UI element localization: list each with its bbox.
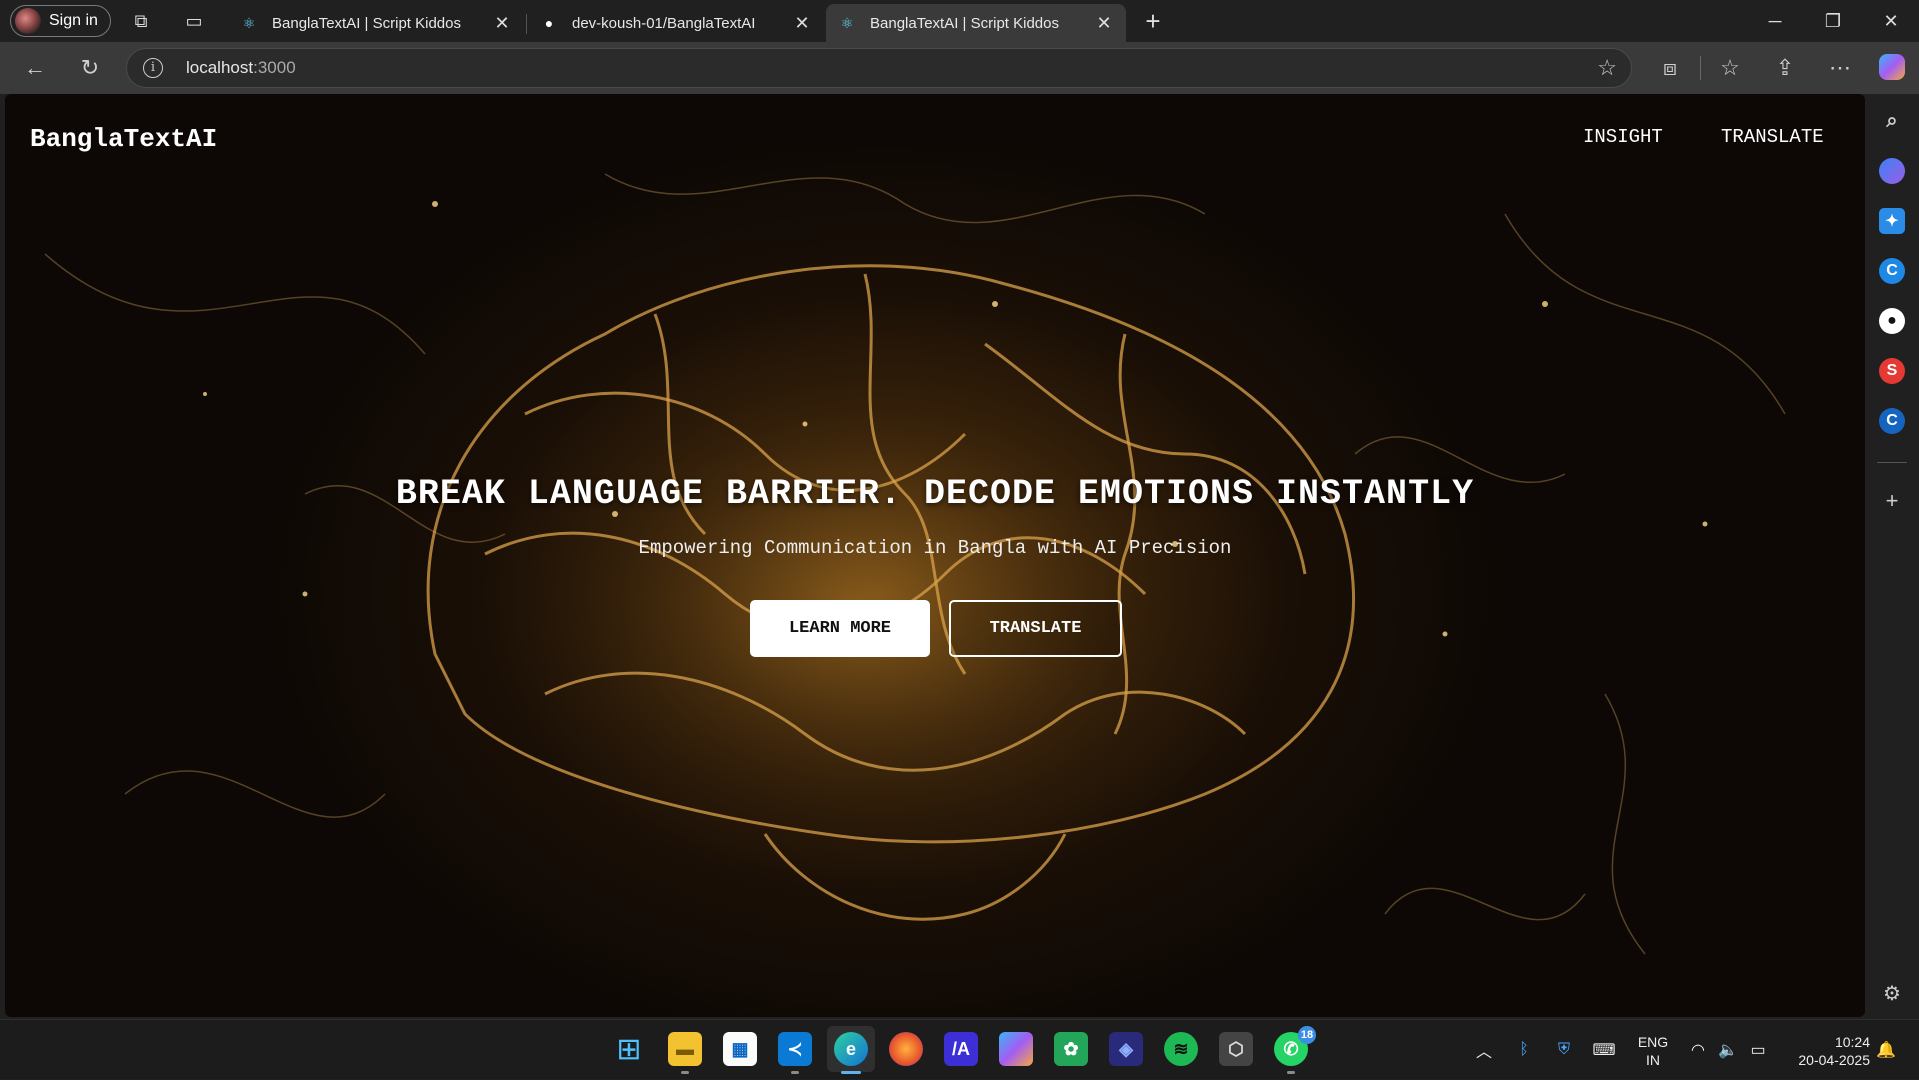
vscode-icon[interactable]: ≺ [778,1032,812,1066]
settings-gear-icon[interactable]: ⚙ [1879,980,1905,1006]
search-icon[interactable]: ⌕ [1879,108,1905,134]
react-icon: ⚛ [840,14,854,31]
edge-sidebar: ⌕ ✦ C ● S C + ⚙ [1865,94,1919,1019]
clock[interactable]: 10:24 20-04-2025 [1782,1033,1870,1069]
hero-title: BREAK LANGUAGE BARRIER. DECODE EMOTIONS … [395,474,1475,514]
hero-subtitle: Empowering Communication in Bangla with … [638,537,1232,559]
tab-banglatextai-1[interactable]: ⚛ BanglaTextAI | Script Kiddos ✕ [228,4,524,42]
firefox-icon[interactable] [889,1032,923,1066]
s-app-icon[interactable]: S [1879,358,1905,384]
keyboard-icon[interactable]: ⌨ [1590,1020,1618,1080]
tab-banglatextai-active[interactable]: ⚛ BanglaTextAI | Script Kiddos ✕ [826,4,1126,42]
tab-title: BanglaTextAI | Script Kiddos [870,14,1059,32]
share-icon[interactable]: ⇪ [1771,54,1799,82]
new-tab-button[interactable]: + [1138,6,1168,36]
input-language-indicator[interactable]: ENG IN [1630,1033,1676,1069]
browser-toolbar: ← ↻ i localhost:3000 ☆ ⧈ ☆ ⇪ ⋯ [0,42,1919,94]
wifi-icon[interactable]: ◠ [1684,1020,1712,1080]
close-icon[interactable]: ✕ [792,13,812,34]
sign-in-button[interactable]: Sign in [10,5,111,37]
back-icon[interactable]: ← [21,54,49,82]
tools-icon[interactable]: ✦ [1879,208,1905,234]
minimize-button[interactable]: ─ [1752,6,1798,36]
start-windows-icon[interactable]: ⊞ [612,1032,646,1066]
whatsapp-icon[interactable]: ✆ 18 [1274,1026,1316,1066]
restore-button[interactable]: ❐ [1810,6,1856,36]
unity-icon[interactable]: ⬡ [1219,1032,1253,1066]
favorite-star-icon[interactable]: ☆ [1597,55,1617,81]
nav-link-translate[interactable]: TRANSLATE [1721,126,1824,148]
refresh-icon[interactable]: ↻ [76,54,104,82]
more-menu-icon[interactable]: ⋯ [1826,54,1854,82]
file-explorer-icon[interactable]: ▬ [668,1032,702,1066]
learn-more-button[interactable]: LEARN MORE [750,600,930,657]
close-window-button[interactable]: ✕ [1868,6,1914,36]
add-icon[interactable]: + [1879,488,1905,514]
vertical-tabs-icon[interactable]: ▭ [182,9,206,33]
workspaces-icon[interactable]: ⧉ [129,9,153,33]
web-page: BanglaTextAI INSIGHT TRANSLATE BREAK LAN… [5,94,1865,1017]
c-app-icon[interactable]: C [1879,408,1905,434]
pinned-app-icon[interactable]: ✿ [1054,1032,1088,1066]
running-indicator [791,1071,799,1074]
react-icon: ⚛ [242,14,256,31]
tab-title: BanglaTextAI | Script Kiddos [272,14,461,32]
copilot-sidebar-icon[interactable] [1879,158,1905,184]
spotify-icon[interactable]: ≋ [1164,1032,1198,1066]
profile-avatar [15,8,41,34]
running-indicator [681,1071,689,1074]
pinned-app-2-icon[interactable]: ◈ [1109,1032,1143,1066]
active-indicator [841,1071,861,1074]
show-hidden-icons-chevron-icon[interactable]: ︿ [1470,1020,1498,1080]
url-text: localhost:3000 [186,58,296,77]
nav-link-insight[interactable]: INSIGHT [1583,126,1663,148]
tab-github-repo[interactable]: ● dev-koush-01/BanglaTextAI ✕ [528,4,824,42]
notification-bell-icon[interactable]: 🔔 [1872,1020,1900,1080]
copilot-icon[interactable] [1879,54,1905,80]
canva-c-icon[interactable]: C [1879,258,1905,284]
battery-icon[interactable]: ▭ [1744,1020,1772,1080]
sidebar-divider [1877,462,1907,463]
site-info-icon[interactable]: i [143,58,163,78]
sign-in-label: Sign in [49,12,98,29]
toolbar-divider [1700,56,1701,80]
todo-app-icon[interactable]: /A [944,1032,978,1066]
running-indicator [1287,1071,1295,1074]
bluetooth-icon[interactable]: ᛒ [1510,1020,1538,1080]
copilot-app-icon[interactable] [999,1032,1033,1066]
security-shield-icon[interactable]: ⛨ [1550,1020,1578,1080]
notification-badge: 18 [1298,1026,1316,1044]
edge-browser-icon[interactable]: e [834,1032,868,1066]
tab-title: dev-koush-01/BanglaTextAI [572,14,756,32]
tab-divider [526,14,527,34]
site-logo[interactable]: BanglaTextAI [30,124,217,154]
close-icon[interactable]: ✕ [492,13,512,34]
translate-button[interactable]: TRANSLATE [949,600,1122,657]
extensions-icon[interactable]: ⧈ [1656,54,1684,82]
windows-taskbar: ⊞ ▬ ▦ ≺ e /A ✿ ◈ ≋ ⬡ ✆ 18 ︿ ᛒ ⛨ ⌨ ENG IN… [0,1019,1919,1079]
github-icon: ● [544,15,554,31]
address-bar[interactable]: i localhost:3000 ☆ [126,48,1632,88]
favorites-icon[interactable]: ☆ [1716,54,1744,82]
close-icon[interactable]: ✕ [1094,13,1114,34]
browser-titlebar: Sign in ⧉ ▭ ⚛ BanglaTextAI | Script Kidd… [0,0,1919,42]
github-icon[interactable]: ● [1879,308,1905,334]
volume-icon[interactable]: 🔈 [1714,1020,1742,1080]
ms-store-icon[interactable]: ▦ [723,1032,757,1066]
